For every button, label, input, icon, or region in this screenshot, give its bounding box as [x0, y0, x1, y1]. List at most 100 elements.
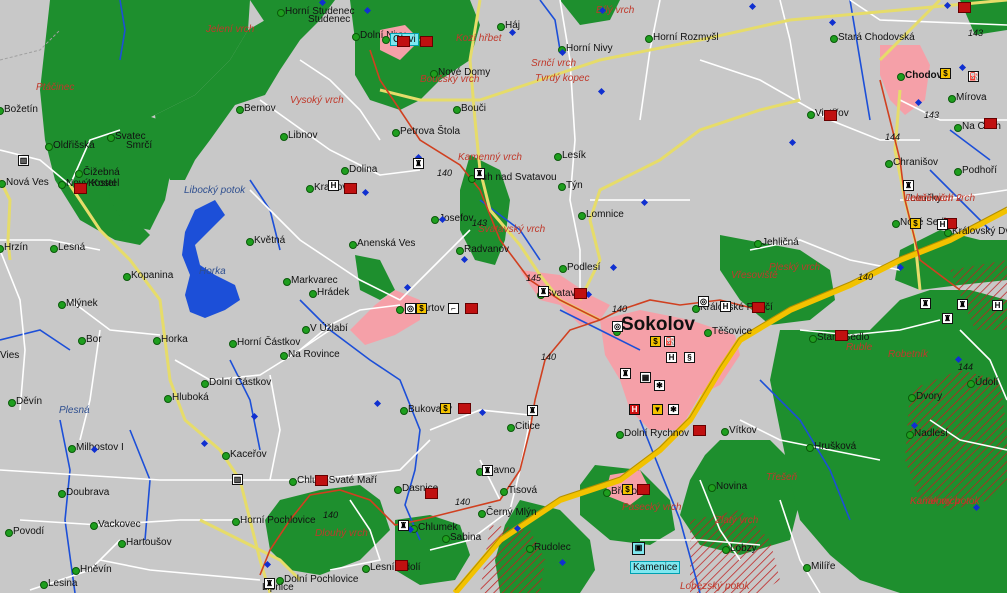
- town-marker[interactable]: [306, 185, 314, 193]
- cinema-icon[interactable]: ▥: [18, 155, 29, 166]
- town-label[interactable]: Milhostov I: [76, 442, 124, 453]
- bank-icon[interactable]: $: [622, 484, 633, 495]
- town-marker[interactable]: [153, 337, 161, 345]
- town-label[interactable]: Černý Mlýn: [486, 507, 537, 518]
- town-marker[interactable]: [908, 394, 916, 402]
- info-icon[interactable]: ▼: [652, 404, 663, 415]
- town-label[interactable]: Božetín: [4, 104, 38, 115]
- town-label[interactable]: Bor: [86, 334, 102, 345]
- town-label[interactable]: Vies: [0, 350, 19, 361]
- town-marker[interactable]: [603, 489, 611, 497]
- poi-icon[interactable]: [824, 110, 837, 121]
- town-marker[interactable]: [280, 133, 288, 141]
- castle-icon[interactable]: ♜: [957, 299, 968, 310]
- castle-icon[interactable]: ♜: [413, 158, 424, 169]
- poi-icon[interactable]: [420, 36, 433, 47]
- castle-icon[interactable]: ♜: [264, 578, 275, 589]
- town-marker[interactable]: [75, 170, 83, 178]
- bank-icon[interactable]: $: [650, 336, 661, 347]
- town-label[interactable]: Milíře: [811, 561, 835, 572]
- town-marker[interactable]: [500, 488, 508, 496]
- poi-icon[interactable]: [637, 484, 650, 495]
- town-label[interactable]: Mlýnek: [66, 298, 98, 309]
- poi-icon[interactable]: [958, 2, 971, 13]
- town-label[interactable]: Hartoušov: [126, 537, 172, 548]
- town-marker[interactable]: [809, 335, 817, 343]
- town-marker[interactable]: [8, 399, 16, 407]
- poi-icon[interactable]: [458, 403, 471, 414]
- town-marker[interactable]: [897, 73, 905, 81]
- poi-icon[interactable]: [397, 36, 410, 47]
- town-label[interactable]: Podlesí: [567, 262, 600, 273]
- hotel-icon[interactable]: H: [992, 300, 1003, 311]
- poi-icon[interactable]: [835, 330, 848, 341]
- town-label[interactable]: Čižebná: [83, 167, 120, 178]
- town-label[interactable]: Oldřišská: [53, 140, 95, 151]
- town-marker[interactable]: [944, 229, 952, 237]
- town-marker[interactable]: [645, 35, 653, 43]
- town-marker[interactable]: [349, 241, 357, 249]
- town-label[interactable]: Dvory: [916, 391, 942, 402]
- town-marker[interactable]: [559, 265, 567, 273]
- town-marker[interactable]: [507, 424, 515, 432]
- bank-icon[interactable]: $: [940, 68, 951, 79]
- town-marker[interactable]: [289, 478, 297, 486]
- sport-icon[interactable]: ✱: [654, 380, 665, 391]
- gun-icon[interactable]: ⌐: [448, 303, 459, 314]
- town-marker[interactable]: [309, 290, 317, 298]
- town-label[interactable]: Smrčí: [126, 140, 152, 151]
- town-label[interactable]: Povodí: [13, 526, 44, 537]
- town-marker[interactable]: [277, 9, 285, 17]
- town-marker[interactable]: [885, 160, 893, 168]
- town-label[interactable]: Sokolov: [621, 315, 695, 334]
- town-marker[interactable]: [118, 540, 126, 548]
- town-label[interactable]: Chodov: [905, 70, 942, 81]
- town-label[interactable]: Těšovice: [712, 326, 752, 337]
- town-label[interactable]: Bouči: [461, 103, 486, 114]
- town-marker[interactable]: [58, 181, 66, 189]
- town-marker[interactable]: [803, 564, 811, 572]
- poi-icon[interactable]: [465, 303, 478, 314]
- town-marker[interactable]: [558, 183, 566, 191]
- town-marker[interactable]: [722, 546, 730, 554]
- town-marker[interactable]: [229, 340, 237, 348]
- town-label[interactable]: Vackovec: [98, 519, 141, 530]
- town-label[interactable]: Horní Částkov: [237, 337, 300, 348]
- town-label[interactable]: Kopanina: [131, 270, 173, 281]
- town-marker[interactable]: [453, 106, 461, 114]
- town-label[interactable]: Dolní Rychnov: [624, 428, 689, 439]
- town-marker[interactable]: [478, 510, 486, 518]
- town-label[interactable]: Horní Pochlovice: [240, 515, 316, 526]
- town-label[interactable]: Mírova: [956, 92, 987, 103]
- town-marker[interactable]: [806, 444, 814, 452]
- selected-poi-icon[interactable]: ▣: [632, 542, 645, 555]
- town-label[interactable]: Luh nad Svatavou: [476, 172, 557, 183]
- sight-icon[interactable]: ◎: [612, 321, 623, 332]
- sight-icon[interactable]: ◎: [698, 296, 709, 307]
- town-label[interactable]: Dolní Částkov: [209, 377, 271, 388]
- hotel-icon[interactable]: H: [937, 219, 948, 230]
- town-marker[interactable]: [442, 535, 450, 543]
- town-marker[interactable]: [396, 306, 404, 314]
- cinema-icon[interactable]: ▥: [232, 474, 243, 485]
- town-label[interactable]: Rudolec: [534, 542, 571, 553]
- castle-icon[interactable]: ♜: [538, 286, 549, 297]
- town-label[interactable]: Kamenice: [630, 561, 681, 574]
- town-marker[interactable]: [72, 567, 80, 575]
- shop-icon[interactable]: ▦: [640, 372, 651, 383]
- town-marker[interactable]: [283, 278, 291, 286]
- town-marker[interactable]: [164, 395, 172, 403]
- town-marker[interactable]: [45, 143, 53, 151]
- town-label[interactable]: Doubrava: [66, 487, 109, 498]
- town-label[interactable]: Chranišov: [893, 157, 938, 168]
- town-marker[interactable]: [400, 407, 408, 415]
- town-marker[interactable]: [708, 484, 716, 492]
- poi-icon[interactable]: [395, 560, 408, 571]
- town-marker[interactable]: [232, 518, 240, 526]
- town-label[interactable]: Hrádek: [317, 287, 349, 298]
- bank-icon[interactable]: $: [440, 403, 451, 414]
- town-marker[interactable]: [431, 216, 439, 224]
- town-marker[interactable]: [382, 36, 390, 44]
- bank-icon[interactable]: $: [416, 303, 427, 314]
- map-canvas[interactable]: Horní StudenecStudenecDolní NivyOloviHáj…: [0, 0, 1007, 593]
